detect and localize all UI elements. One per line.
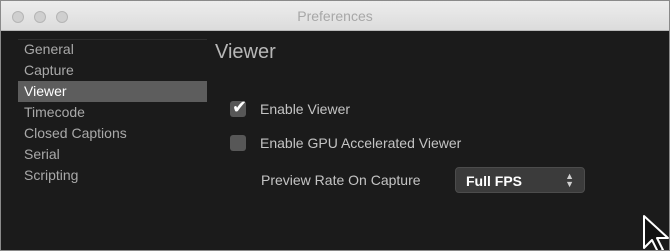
preferences-window: Preferences General Capture Viewer Timec… bbox=[0, 0, 670, 251]
sidebar-item-general[interactable]: General bbox=[18, 39, 207, 60]
preview-rate-select[interactable]: Full FPS ▲ ▼ bbox=[455, 167, 585, 193]
sidebar: General Capture Viewer Timecode Closed C… bbox=[18, 39, 207, 239]
sidebar-item-capture[interactable]: Capture bbox=[18, 60, 207, 81]
window-title: Preferences bbox=[297, 8, 373, 24]
page-title: Viewer bbox=[215, 41, 276, 63]
enable-gpu-row[interactable]: Enable GPU Accelerated Viewer bbox=[230, 133, 461, 153]
sidebar-item-timecode[interactable]: Timecode bbox=[18, 102, 207, 123]
sidebar-item-closed-captions[interactable]: Closed Captions bbox=[18, 123, 207, 144]
sidebar-item-viewer[interactable]: Viewer bbox=[18, 81, 207, 102]
mouse-pointer-icon bbox=[643, 215, 669, 250]
preview-rate-label: Preview Rate On Capture bbox=[261, 172, 421, 188]
enable-gpu-checkbox[interactable] bbox=[230, 135, 246, 151]
title-bar[interactable]: Preferences bbox=[1, 1, 669, 31]
enable-viewer-row[interactable]: ✔ Enable Viewer bbox=[230, 97, 350, 119]
enable-viewer-label[interactable]: Enable Viewer bbox=[260, 101, 350, 117]
sidebar-item-scripting[interactable]: Scripting bbox=[18, 165, 207, 186]
preview-rate-value: Full FPS bbox=[466, 173, 522, 189]
enable-gpu-label[interactable]: Enable GPU Accelerated Viewer bbox=[260, 135, 461, 151]
sidebar-item-serial[interactable]: Serial bbox=[18, 144, 207, 165]
checkmark-icon: ✔ bbox=[232, 97, 248, 117]
enable-viewer-checkbox[interactable]: ✔ bbox=[230, 97, 247, 117]
up-down-arrows-icon: ▲ ▼ bbox=[565, 171, 574, 189]
